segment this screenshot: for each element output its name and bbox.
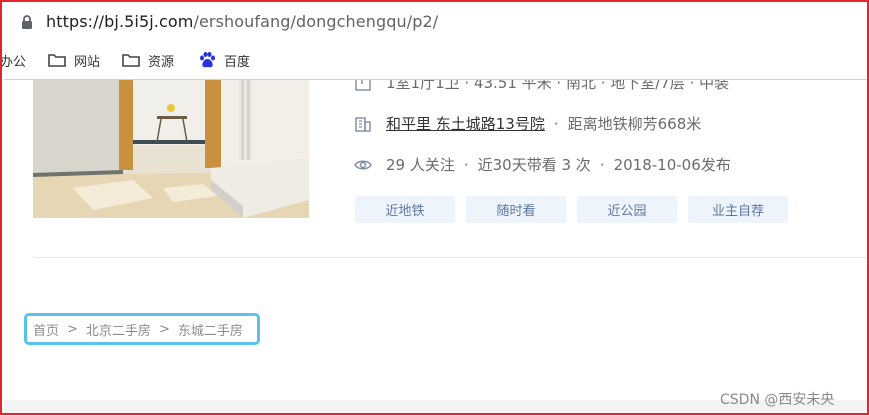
community-row: 和平里 东土城路13号院 · 距离地铁柳芳668米 — [354, 113, 701, 134]
bookmark-baidu[interactable]: 百度 — [198, 50, 250, 70]
csdn-watermark: CSDN @西安未央 — [720, 392, 835, 408]
tag-owner-recommended[interactable]: 业主自荐 — [688, 196, 788, 223]
bookmark-label: 网站 — [74, 54, 101, 70]
layout-text: 1室1厅1卫 · 43.51 平米 · 南北 · 地下室/7层 · 中装 — [386, 80, 730, 92]
floorplan-icon — [354, 80, 372, 92]
url-path: /ershoufang/dongchengqu/p2/ — [193, 12, 439, 31]
bookmark-resources[interactable]: 资源 — [122, 50, 174, 70]
url-text[interactable]: https://bj.5i5j.com/ershoufang/dongcheng… — [46, 12, 438, 31]
separator-dot: · — [599, 155, 605, 174]
layout-row: 1室1厅1卫 · 43.51 平米 · 南北 · 地下室/7层 · 中装 — [354, 80, 729, 93]
url-host: https://bj.5i5j.com — [46, 12, 194, 31]
divider — [33, 257, 867, 258]
publish-date: 2018-10-06发布 — [613, 156, 731, 174]
tag-view-anytime[interactable]: 随时看 — [466, 196, 566, 223]
eye-icon — [354, 156, 372, 174]
screenshot-frame: https://bj.5i5j.com/ershoufang/dongcheng… — [0, 0, 869, 415]
address-bar[interactable]: https://bj.5i5j.com/ershoufang/dongcheng… — [4, 4, 867, 40]
bookmarks-bar: 办公 网站 资源 百度 — [2, 40, 867, 80]
breadcrumb-beijing-resale[interactable]: 北京二手房 — [86, 320, 151, 339]
folder-icon — [122, 54, 140, 67]
bookmark-label: 资源 — [148, 54, 175, 70]
tag-near-subway[interactable]: 近地铁 — [355, 196, 455, 223]
breadcrumb-separator: > — [158, 321, 170, 337]
bookmark-label: 办公 — [0, 54, 27, 70]
separator-dot: · — [553, 114, 559, 133]
breadcrumb-separator: > — [67, 321, 78, 337]
community-link[interactable]: 和平里 东土城路13号院 — [386, 113, 545, 134]
bookmark-label: 百度 — [224, 54, 251, 70]
metro-distance: 距离地铁柳芳668米 — [567, 115, 702, 133]
bookmark-office[interactable]: 办公 — [0, 50, 27, 70]
separator-dot: · — [463, 155, 469, 174]
building-icon — [354, 115, 372, 133]
lock-icon — [20, 14, 34, 30]
breadcrumb-dongcheng-resale[interactable]: 东城二手房 — [178, 320, 243, 339]
listing-photo[interactable] — [33, 80, 309, 218]
folder-icon — [48, 54, 66, 67]
bookmark-website[interactable]: 网站 — [48, 50, 100, 70]
followers-count: 29 人关注 — [386, 156, 455, 174]
tag-near-park[interactable]: 近公园 — [577, 196, 677, 223]
view-count: 近30天带看 3 次 — [477, 156, 591, 174]
page-content: 1室1厅1卫 · 43.51 平米 · 南北 · 地下室/7层 · 中装 和平里… — [4, 80, 867, 400]
breadcrumb-home[interactable]: 首页 — [33, 320, 59, 339]
stats-row: 29 人关注 · 近30天带看 3 次 · 2018-10-06发布 — [354, 154, 731, 175]
breadcrumb: 首页 > 北京二手房 > 东城二手房 — [24, 313, 260, 345]
baidu-paw-icon — [200, 52, 215, 68]
